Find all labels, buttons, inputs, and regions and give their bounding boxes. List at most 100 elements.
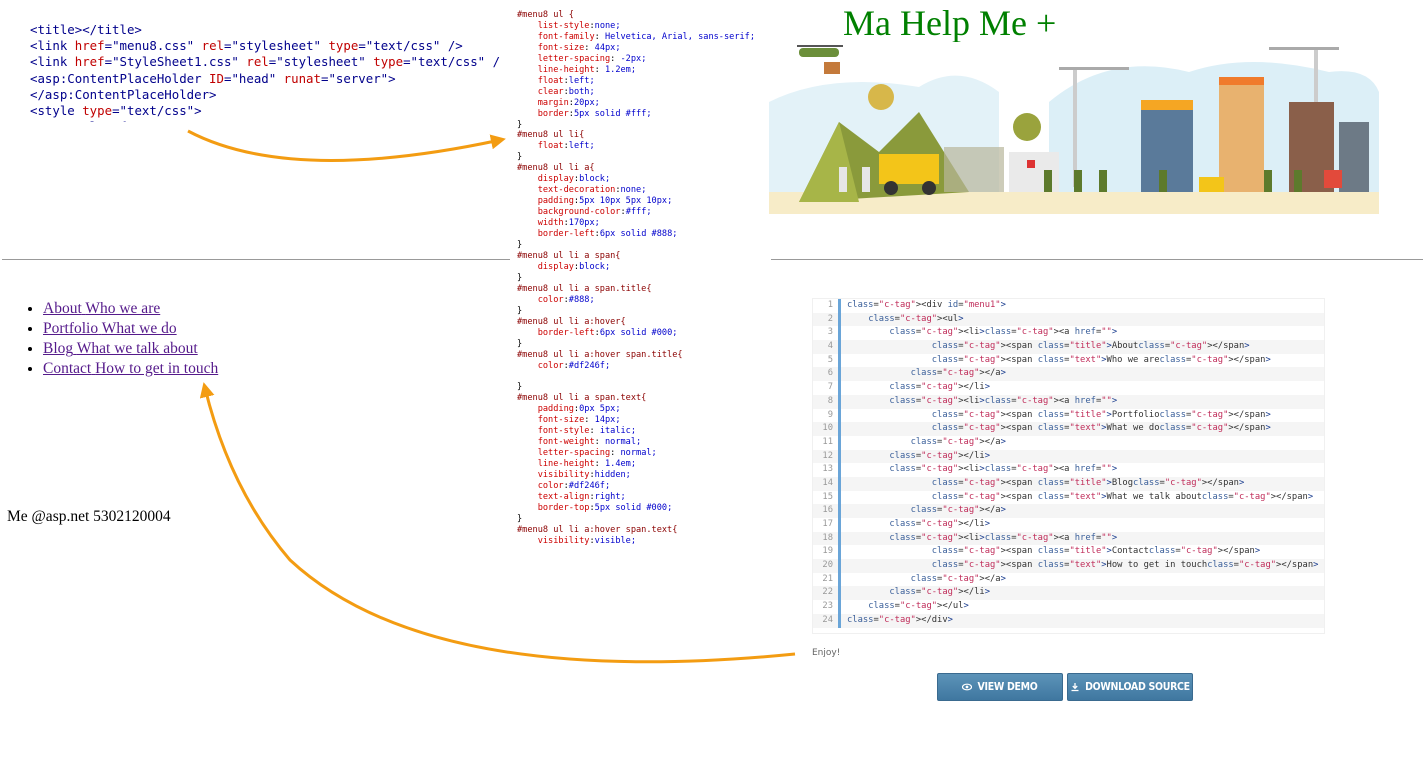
css-snippet-line: } <box>517 152 523 163</box>
line-number: 6 <box>813 367 841 382</box>
css-snippet-line: visibility:hidden; <box>537 470 631 481</box>
css-snippet-line: display:block; <box>537 174 611 185</box>
code-line: 9 class="c-tag"><span class="title">Port… <box>813 408 1324 423</box>
css-snippet-line: font-weight: normal; <box>537 437 642 448</box>
code-text: class="c-tag"><div id="menu1"> <box>847 300 1006 310</box>
code-line: 12 class="c-tag"></li> <box>813 449 1324 464</box>
line-number: 16 <box>813 504 841 518</box>
code-text: class="c-tag"><span class="title">Portfo… <box>931 409 1271 420</box>
code-text: class="c-tag"></li> <box>889 519 991 529</box>
css-snippet-line: line-height: 1.2em; <box>537 64 637 75</box>
code-line: 1 class="c-tag"><div id="menu1"> <box>813 299 1324 313</box>
code-text: class="c-tag"></li> <box>889 450 991 461</box>
html-snippet-line: <link href="StyleSheet1.css" rel="styles… <box>30 54 500 70</box>
code-line: 18 class="c-tag"><li>class="c-tag"><a hr… <box>813 531 1324 546</box>
code-line: 10 class="c-tag"><span class="text">What… <box>813 422 1324 436</box>
line-number: 3 <box>813 326 841 341</box>
code-line: 13 class="c-tag"><li>class="c-tag"><a hr… <box>813 463 1324 477</box>
code-text: class="c-tag"></a> <box>910 573 1006 584</box>
html-snippet-line: </asp:ContentPlaceHolder> <box>30 86 217 102</box>
line-number: 2 <box>813 312 841 327</box>
divider-left <box>2 259 510 260</box>
css-snippet-line: #menu8 ul li a span.title{ <box>517 283 652 294</box>
code-line: 23 class="c-tag"></ul> <box>813 600 1324 614</box>
code-text: class="c-tag"><span class="text">What we… <box>931 491 1314 502</box>
css-snippet-line: border-left:6px solid #888; <box>537 229 678 240</box>
nav-link-portfolio[interactable]: Portfolio What we do <box>43 320 177 337</box>
nav-item-about: About Who we are <box>43 299 218 319</box>
css-snippet-line: width:170px; <box>537 218 600 229</box>
nav-item-portfolio: Portfolio What we do <box>43 319 218 339</box>
code-text: class="c-tag"><span class="text">Who we … <box>931 354 1271 365</box>
html-code-snippet: <title></title> <link href="menu8.css" re… <box>30 22 500 122</box>
code-text: class="c-tag"><ul> <box>868 313 964 324</box>
css-snippet-line: background-color:#fff; <box>537 207 652 218</box>
download-source-button[interactable]: DOWNLOAD SOURCE <box>1067 673 1193 701</box>
code-line: 21 class="c-tag"></a> <box>813 572 1324 587</box>
line-number: 9 <box>813 408 841 423</box>
nav-link-blog[interactable]: Blog What we talk about <box>43 340 198 357</box>
code-line: 24 class="c-tag"></div> <box>813 613 1324 628</box>
css-snippet-line: padding:0px 5px; <box>537 404 621 415</box>
view-demo-button[interactable]: VIEW DEMO <box>937 673 1063 701</box>
css-snippet-line: list-style:none; <box>537 20 621 31</box>
line-number: 5 <box>813 353 841 368</box>
css-snippet-line: font-size: 14px; <box>537 415 621 426</box>
code-line: 5 class="c-tag"><span class="text">Who w… <box>813 353 1324 368</box>
code-line: 16 class="c-tag"></a> <box>813 504 1324 518</box>
css-snippet-line: #menu8 ul li a{ <box>517 163 595 174</box>
line-number: 18 <box>813 531 841 546</box>
code-text: class="c-tag"><li>class="c-tag"><a href=… <box>889 327 1118 338</box>
css-snippet-line: color:#888; <box>537 294 595 305</box>
line-number: 1 <box>813 299 841 313</box>
code-text: class="c-tag"><span class="text">What we… <box>931 423 1271 434</box>
footer-text: Me @asp.net 5302120004 <box>7 508 171 525</box>
line-number: 4 <box>813 340 841 354</box>
css-snippet-line: font-size: 44px; <box>537 42 621 53</box>
code-block: 1 class="c-tag"><div id="menu1"> 2 class="… <box>812 298 1325 634</box>
css-snippet-line: border-top:5px solid #000; <box>537 502 673 513</box>
css-snippet-line: display:block; <box>537 261 611 272</box>
html-snippet-line: <asp:ContentPlaceHolder ID="head" runat=… <box>30 70 396 86</box>
css-code-snippet: #menu8 ul { list-style:none; font-family… <box>517 10 777 547</box>
code-line: 7 class="c-tag"></li> <box>813 381 1324 395</box>
line-number: 13 <box>813 463 841 477</box>
html-snippet-line: .style1 { <box>30 119 500 122</box>
line-number: 12 <box>813 449 841 464</box>
line-number: 8 <box>813 394 841 409</box>
css-snippet-line: color:#df246f; <box>537 360 611 371</box>
css-snippet-line: padding:5px 10px 5px 10px; <box>537 196 673 207</box>
code-line: 11 class="c-tag"></a> <box>813 435 1324 450</box>
css-snippet-line: #menu8 ul li{ <box>517 130 585 141</box>
code-text: class="c-tag"></div> <box>847 614 953 625</box>
line-number: 23 <box>813 600 841 614</box>
line-number: 24 <box>813 613 841 628</box>
nav-link-contact[interactable]: Contact How to get in touch <box>43 360 218 377</box>
css-snippet-line: #menu8 ul li a:hover span.title{ <box>517 349 683 360</box>
code-line: 14 class="c-tag"><span class="title">Blo… <box>813 476 1324 491</box>
nav-link-about[interactable]: About Who we are <box>43 300 160 317</box>
css-snippet-line: #menu8 ul li a:hover{ <box>517 316 626 327</box>
code-line: 6 class="c-tag"></a> <box>813 367 1324 382</box>
css-snippet-line: #menu8 ul li a span{ <box>517 250 621 261</box>
nav-item-contact: Contact How to get in touch <box>43 359 218 379</box>
css-snippet-line: } <box>517 240 523 251</box>
line-number: 21 <box>813 572 841 587</box>
css-snippet-line: border-left:6px solid #000; <box>537 327 678 338</box>
code-text: class="c-tag"><span class="title">Contac… <box>931 546 1261 557</box>
css-snippet-line: border:5px solid #fff; <box>537 108 652 119</box>
css-snippet-line: } <box>517 382 523 393</box>
css-snippet-line: } <box>517 513 523 524</box>
code-line: 2 class="c-tag"><ul> <box>813 312 1324 327</box>
code-line: 15 class="c-tag"><span class="text">What… <box>813 490 1324 505</box>
line-number: 17 <box>813 518 841 532</box>
code-line: 22 class="c-tag"></li> <box>813 586 1324 601</box>
line-number: 10 <box>813 422 841 436</box>
css-snippet-line: } <box>517 272 523 283</box>
css-snippet-line: #menu8 ul { <box>517 10 574 20</box>
line-number: 11 <box>813 435 841 450</box>
css-snippet-line: } <box>517 305 523 316</box>
line-number: 15 <box>813 490 841 505</box>
css-snippet-line: #menu8 ul li a span.text{ <box>517 393 647 404</box>
code-line: 8 class="c-tag"><li>class="c-tag"><a hre… <box>813 394 1324 409</box>
